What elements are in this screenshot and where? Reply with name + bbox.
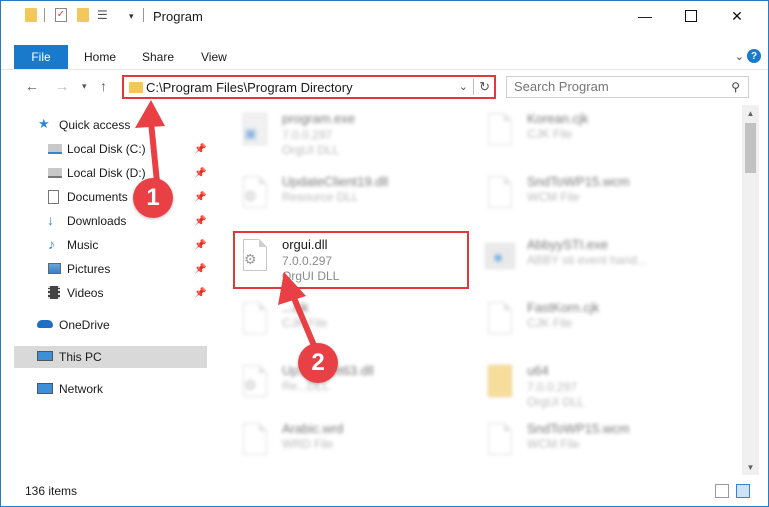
- arrow-1: [148, 119, 160, 185]
- arrow-1-head: [135, 100, 165, 128]
- step-marker-1: 1: [133, 178, 173, 218]
- arrow-2-head: [278, 272, 306, 305]
- instruction-arrows: [135, 100, 321, 358]
- step-marker-2: 2: [298, 343, 338, 383]
